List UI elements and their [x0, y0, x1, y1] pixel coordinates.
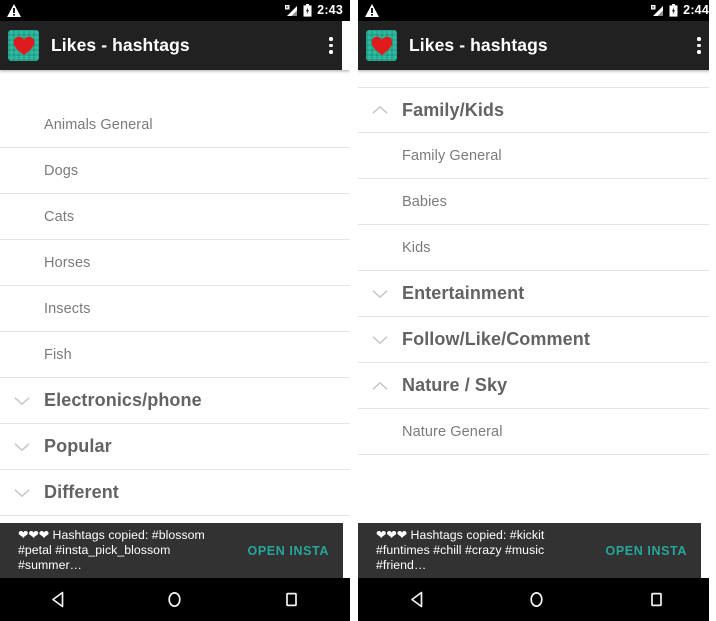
group-header-label: Family/Kids	[402, 99, 505, 120]
phone-screen-left: R 2:43 Likes - hashtags Animals General …	[0, 0, 350, 621]
nav-recents-button[interactable]	[264, 578, 320, 621]
overflow-dot	[329, 43, 333, 48]
app-title: Likes - hashtags	[409, 35, 548, 55]
list-item[interactable]: Nature General	[358, 409, 716, 455]
battery-charging-icon	[669, 4, 678, 17]
category-list-body[interactable]: Family/Kids Family General Babies Kids E…	[358, 70, 716, 578]
list-item[interactable]: Kids	[358, 225, 716, 271]
status-bar: R 2:44	[358, 0, 716, 21]
nav-back-button[interactable]	[30, 578, 86, 621]
list-item[interactable]: Horses	[0, 240, 350, 286]
list-item[interactable]: Animals General	[0, 102, 350, 148]
list-item-label: Fish	[44, 346, 72, 363]
circle-home-icon	[527, 590, 546, 609]
list-item-label: Insects	[44, 300, 91, 317]
triangle-back-icon	[408, 590, 427, 609]
list-scrollbar[interactable]	[709, 0, 716, 621]
status-bar-right-icons: R 2:43	[285, 4, 343, 17]
nav-back-button[interactable]	[390, 578, 446, 621]
list-item-label: Cats	[44, 208, 75, 225]
overflow-dot	[697, 50, 701, 54]
group-header-row[interactable]: Entertainment	[358, 271, 716, 317]
open-insta-button[interactable]: OPEN INSTA	[248, 544, 329, 558]
list-item[interactable]: Cats	[0, 194, 350, 240]
category-list: Animals General Dogs Cats Horses Insects…	[0, 102, 350, 516]
phone-screen-right: R 2:44 Likes - hashtags Family/Kids Fami…	[358, 0, 716, 621]
nav-home-button[interactable]	[147, 578, 203, 621]
group-header-label: Nature / Sky	[402, 375, 508, 395]
triangle-back-icon	[49, 590, 68, 609]
group-header-label: Follow/Like/Comment	[402, 329, 590, 349]
status-bar-clock: 2:43	[317, 3, 343, 18]
nav-home-button[interactable]	[509, 578, 565, 621]
list-item[interactable]: Babies	[358, 179, 716, 225]
dual-screenshot-container: R 2:43 Likes - hashtags Animals General …	[0, 0, 716, 621]
group-header-row[interactable]: Nature / Sky	[358, 363, 716, 409]
chevron-up-icon	[358, 381, 402, 391]
heart-app-icon	[366, 30, 397, 61]
signal-roaming-icon: R	[651, 4, 664, 17]
status-bar-clock: 2:44	[683, 3, 709, 18]
list-item-label: Horses	[44, 254, 91, 271]
status-bar-right-icons: R 2:44	[651, 4, 709, 17]
chevron-up-icon	[358, 105, 402, 115]
snackbar-message: ❤❤❤ Hashtags copied: #kickit #funtimes #…	[376, 528, 545, 572]
app-title: Likes - hashtags	[51, 35, 190, 55]
chevron-down-icon	[358, 335, 402, 345]
square-recents-icon	[282, 590, 301, 609]
group-header-label: Electronics/phone	[44, 390, 202, 410]
square-recents-icon	[647, 590, 666, 609]
system-navigation-bar	[358, 578, 716, 621]
overflow-dot	[697, 43, 701, 48]
toolbar-right-gap	[342, 21, 350, 70]
list-item-label: Nature General	[402, 423, 503, 440]
list-item-label: Family General	[402, 147, 502, 164]
overflow-dot	[697, 37, 701, 41]
svg-text:R: R	[286, 5, 289, 10]
snackbar: ❤❤❤ Hashtags copied: #blossom #petal #in…	[0, 523, 343, 578]
app-toolbar: Likes - hashtags	[358, 21, 716, 70]
warning-triangle-icon	[7, 4, 21, 17]
status-bar-left-icons	[365, 4, 379, 17]
list-item-label: Babies	[402, 193, 447, 210]
chevron-down-icon	[0, 488, 44, 498]
status-bar-left-icons	[7, 4, 21, 17]
snackbar: ❤❤❤ Hashtags copied: #kickit #funtimes #…	[358, 523, 701, 578]
group-header-row[interactable]: Popular	[0, 424, 350, 470]
list-item[interactable]: Dogs	[0, 148, 350, 194]
warning-triangle-icon	[365, 4, 379, 17]
signal-roaming-icon: R	[285, 4, 298, 17]
group-header-row[interactable]: Electronics/phone	[0, 378, 350, 424]
system-navigation-bar	[0, 578, 350, 621]
list-item[interactable]: Family General	[358, 133, 716, 179]
list-item[interactable]: Insects	[0, 286, 350, 332]
category-list-body[interactable]: Animals General Dogs Cats Horses Insects…	[0, 70, 350, 578]
app-toolbar: Likes - hashtags	[0, 21, 350, 70]
list-item-label: Dogs	[44, 162, 79, 179]
group-header-row[interactable]: Family/Kids	[358, 87, 716, 133]
chevron-down-icon	[0, 442, 44, 452]
battery-charging-icon	[303, 4, 312, 17]
heart-app-icon	[8, 30, 39, 61]
list-item[interactable]: Fish	[0, 332, 350, 378]
open-insta-button[interactable]: OPEN INSTA	[606, 544, 687, 558]
group-header-label: Different	[44, 482, 119, 502]
group-header-row[interactable]: Different	[0, 470, 350, 516]
circle-home-icon	[165, 590, 184, 609]
nav-recents-button[interactable]	[628, 578, 684, 621]
status-bar: R 2:43	[0, 0, 350, 21]
svg-text:R: R	[652, 5, 655, 10]
snackbar-message: ❤❤❤ Hashtags copied: #blossom #petal #in…	[18, 528, 205, 572]
list-item-label: Kids	[402, 239, 431, 256]
category-list: Family/Kids Family General Babies Kids E…	[358, 87, 716, 455]
chevron-down-icon	[358, 289, 402, 299]
overflow-dot	[329, 50, 333, 54]
group-header-label: Entertainment	[402, 283, 525, 303]
list-item-label: Animals General	[44, 116, 153, 133]
chevron-down-icon	[0, 396, 44, 406]
group-header-row[interactable]: Follow/Like/Comment	[358, 317, 716, 363]
overflow-dot	[329, 37, 333, 41]
group-header-label: Popular	[44, 436, 112, 456]
